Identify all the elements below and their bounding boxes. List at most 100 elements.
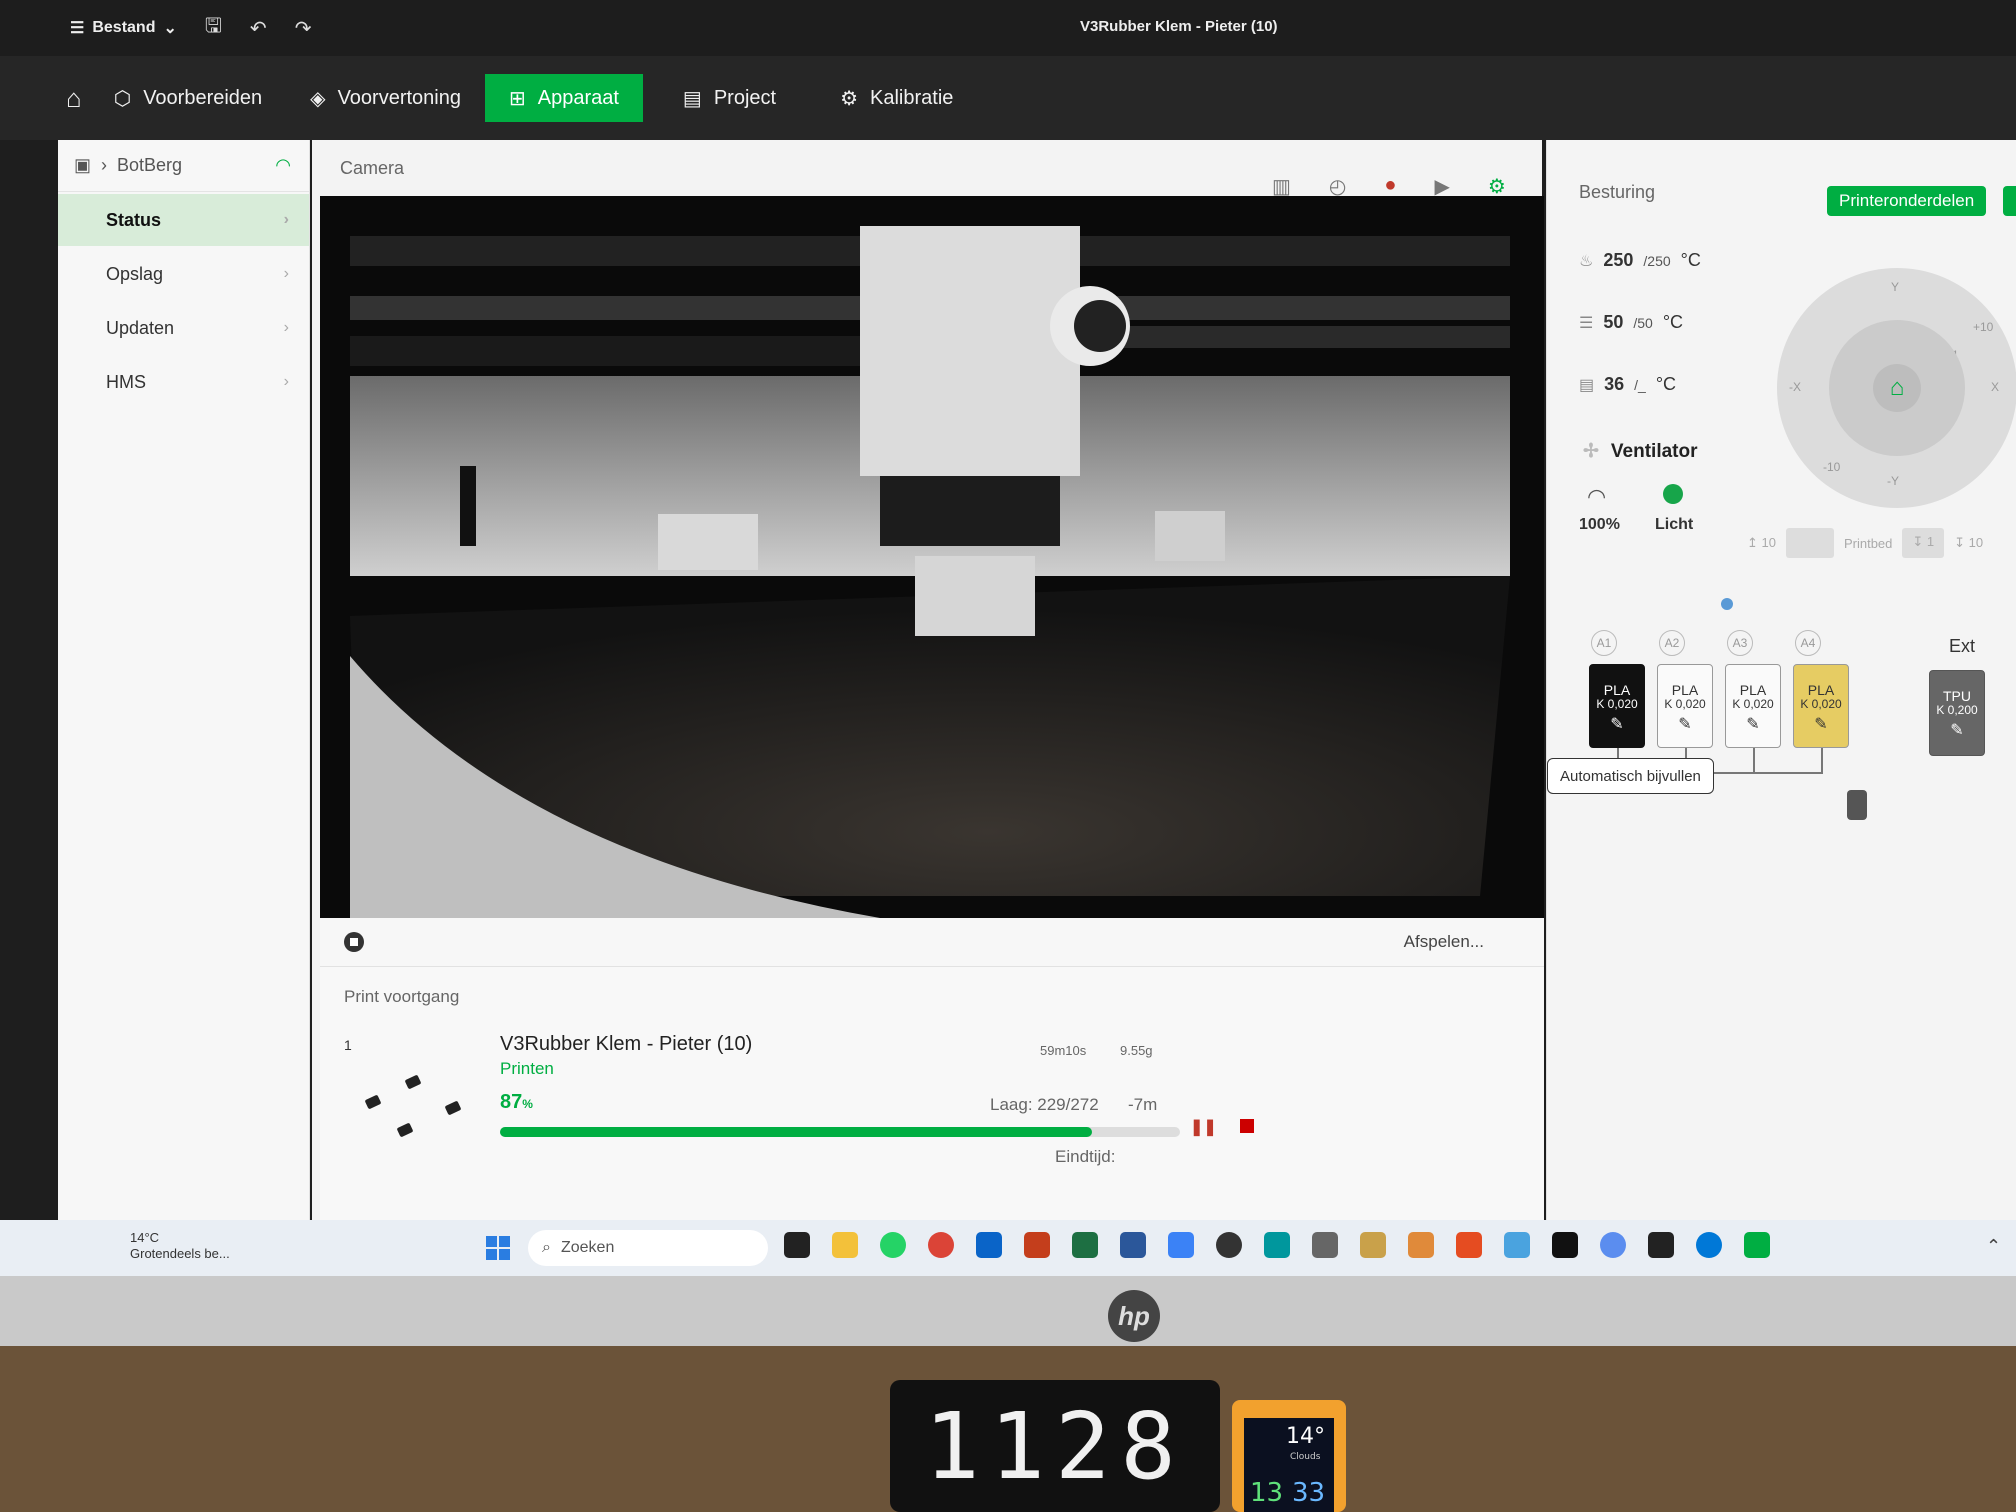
stop-button[interactable] (1240, 1119, 1254, 1133)
bambu-studio-icon[interactable] (1744, 1232, 1770, 1258)
chrome-icon[interactable] (928, 1232, 954, 1258)
weather-widget[interactable]: 14°C Grotendeels be... (130, 1230, 230, 1261)
tab-calibration-label: Kalibratie (870, 86, 954, 109)
redo-icon[interactable]: ↷ (295, 16, 312, 41)
device-icon: ⊞ (508, 87, 526, 110)
chevron-right-icon: › (283, 265, 289, 282)
progress-bar-fill (500, 1127, 1092, 1137)
taskbar: 14°C Grotendeels be... ⌕ Zoeken ⌃ (0, 1220, 2016, 1276)
camera-controls: Afspelen... (320, 918, 1544, 966)
edit-icon[interactable]: ✎ (1658, 716, 1712, 734)
tray-chevron-up-icon[interactable]: ⌃ (1986, 1236, 2001, 1257)
layer-counter: Laag: 229/272 (990, 1095, 1099, 1114)
plate-thumbnail (350, 1057, 470, 1147)
main-panel: Camera ▥ ◴ ● ▶ ⚙ Afspelen... Print voort… (312, 140, 1544, 1220)
camera-feed-image (320, 196, 1544, 918)
sidebar-item-update[interactable]: Updaten › (58, 302, 309, 354)
tab-device[interactable]: ⊞ Apparaat (484, 74, 643, 122)
sidebar-item-status[interactable]: Status › (58, 194, 309, 246)
drawing-app-icon[interactable] (1360, 1232, 1386, 1258)
fan-title-icon: ✢ (1583, 441, 1599, 462)
file-explorer-icon[interactable] (832, 1232, 858, 1258)
printer-parts-button[interactable]: Printeronderdelen (1827, 186, 1987, 216)
word-icon[interactable] (1120, 1232, 1146, 1258)
excel-icon[interactable] (1072, 1232, 1098, 1258)
slot-material: PLA (1807, 682, 1835, 698)
slot-material: PLA (1603, 682, 1631, 698)
outlook-icon[interactable] (976, 1232, 1002, 1258)
jog-control[interactable]: Y -X X -Y +10 +1 -1 -10 ⌂ (1777, 268, 2016, 508)
nozzle-icon: ♨ (1579, 253, 1594, 270)
fan-speed-icon[interactable]: ◠ (1587, 484, 1606, 510)
nozzle-unit: °C (1680, 250, 1701, 270)
toolhead-icon (1847, 790, 1867, 820)
notepad-icon[interactable] (1168, 1232, 1194, 1258)
job-weight: 9.55g (1120, 1043, 1153, 1058)
filezilla-icon[interactable] (1456, 1232, 1482, 1258)
bed-up-10-button[interactable]: ↥ 10 (1747, 535, 1776, 551)
text-tool-icon[interactable] (1312, 1232, 1338, 1258)
external-spool-slot[interactable]: TPU K 0,200 ✎ (1929, 670, 1985, 756)
auto-refill-button[interactable]: Automatisch bijvullen (1547, 758, 1714, 794)
progress-title: Print voortgang (344, 987, 460, 1006)
sidebar-item-storage[interactable]: Opslag › (58, 248, 309, 300)
arduino-icon[interactable] (1264, 1232, 1290, 1258)
tab-preview[interactable]: ◈ Voorvertoning (286, 74, 485, 122)
pickit-icon[interactable] (1648, 1232, 1674, 1258)
search-icon: ⌕ (542, 1239, 551, 1256)
device-selector[interactable]: ▣ › BotBerg ◠ (58, 140, 309, 192)
ams-slot-a2[interactable]: PLA K 0,020 ✎ (1657, 664, 1713, 748)
bed-controls: ↥ 10 Printbed ↧ 1 ↧ 10 (1747, 528, 1983, 558)
light-bulb-icon[interactable] (1663, 484, 1683, 504)
print-progress-panel: Print voortgang 1 V3Rubber Klem - Pieter… (320, 966, 1544, 1220)
bed-down-10-button[interactable]: ↧ 10 (1954, 535, 1983, 551)
bed-temperature[interactable]: ☰ 50 /50 °C (1579, 312, 1683, 333)
nozzle-temperature[interactable]: ♨ 250 /250 °C (1579, 250, 1701, 271)
edit-icon[interactable]: ✎ (1794, 716, 1848, 734)
windows-start-icon[interactable] (486, 1236, 510, 1260)
stop-stream-icon[interactable] (344, 932, 364, 952)
undo-icon[interactable]: ↶ (250, 16, 267, 41)
chatgpt-icon[interactable] (1216, 1232, 1242, 1258)
secondary-green-button[interactable] (2003, 186, 2016, 216)
bed-down-1-button[interactable]: ↧ 1 (1902, 528, 1945, 558)
jog-y-neg-label: -Y (1887, 474, 1899, 488)
document-icon: ▤ (682, 87, 702, 110)
taskview-icon[interactable] (784, 1232, 810, 1258)
sidebar-item-label: Opslag (106, 263, 164, 284)
heatbed-icon: ☰ (1579, 315, 1594, 332)
taskbar-search[interactable]: ⌕ Zoeken (528, 1230, 768, 1266)
home-axes-icon[interactable]: ⌂ (1873, 364, 1921, 412)
network-app-icon[interactable] (1504, 1232, 1530, 1258)
whatsapp-icon[interactable] (880, 1232, 906, 1258)
file-menu-button[interactable]: ☰ Bestand ⌄ (70, 18, 177, 38)
edit-icon[interactable]: ✎ (1930, 722, 1984, 740)
tab-prepare[interactable]: ⬡ Voorbereiden (90, 74, 286, 122)
powerpoint-icon[interactable] (1024, 1232, 1050, 1258)
terminal-app-icon[interactable] (1552, 1232, 1578, 1258)
ams-slot-a4[interactable]: PLA K 0,020 ✎ (1793, 664, 1849, 748)
edge-icon[interactable] (1696, 1232, 1722, 1258)
chamber-temperature[interactable]: ▤ 36 /_ °C (1579, 374, 1676, 395)
playback-link[interactable]: Afspelen... (1404, 932, 1484, 952)
messenger-icon[interactable] (1600, 1232, 1626, 1258)
ams-slot-a1[interactable]: PLA K 0,020 ✎ (1589, 664, 1645, 748)
save-icon[interactable]: 🖫 (205, 11, 222, 45)
monitor-logo: hp (1108, 1290, 1160, 1342)
tab-calibration[interactable]: ⚙ Kalibratie (816, 74, 977, 122)
pause-button[interactable]: ❚❚ (1190, 1117, 1217, 1137)
printer-icon: ▣ (74, 155, 92, 175)
chevron-right-icon: › (283, 319, 289, 336)
jog-inner-ring[interactable]: ⌂ (1829, 320, 1965, 456)
bed-up-1-button[interactable] (1785, 528, 1834, 558)
edit-icon[interactable]: ✎ (1726, 716, 1780, 734)
tab-project[interactable]: ▤ Project (659, 74, 800, 122)
ams-slot-a3[interactable]: PLA K 0,020 ✎ (1725, 664, 1781, 748)
chamber-unit: °C (1655, 374, 1677, 394)
paint-icon[interactable] (1408, 1232, 1434, 1258)
weather-station-screen: 14° Clouds 13 33 (1244, 1418, 1334, 1512)
sidebar-item-hms[interactable]: HMS › (58, 356, 309, 408)
edit-icon[interactable]: ✎ (1590, 716, 1644, 734)
home-icon[interactable]: ⌂ (66, 83, 82, 114)
title-bar: ☰ Bestand ⌄ 🖫 ↶ ↷ V3Rubber Klem - Pieter… (0, 0, 2016, 56)
